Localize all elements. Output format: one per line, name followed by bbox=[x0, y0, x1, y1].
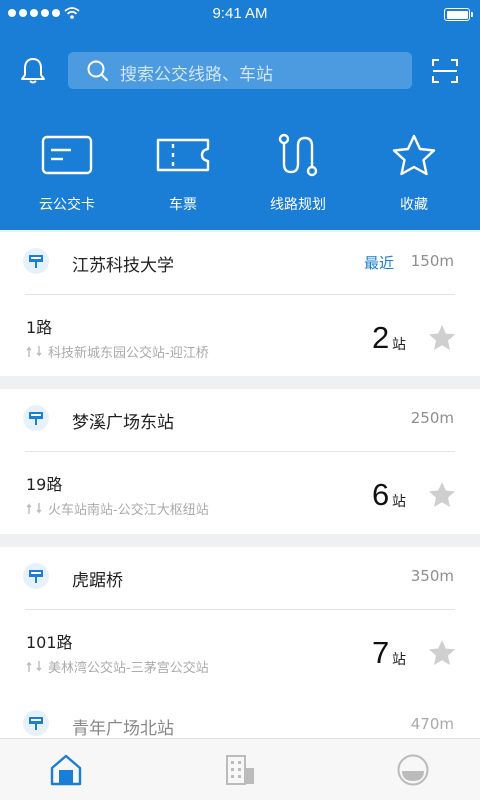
stop-card[interactable]: 青年广场北站 470m bbox=[0, 692, 480, 739]
bus-card-icon bbox=[41, 135, 93, 175]
stops-away-count: 6 bbox=[372, 477, 390, 512]
route-direction-icon bbox=[26, 661, 42, 672]
divider bbox=[25, 294, 455, 295]
bus-stop-icon bbox=[23, 710, 49, 736]
stop-name: 江苏科技大学 bbox=[72, 256, 174, 276]
route-direction-icon bbox=[26, 503, 42, 514]
route-planning-icon bbox=[278, 133, 318, 177]
route-direction: 火车站南站-公交江大枢纽站 bbox=[26, 499, 209, 518]
divider bbox=[25, 609, 455, 610]
route-path-text: 美林湾公交站-三茅宫公交站 bbox=[48, 661, 209, 676]
stop-name: 虎踞桥 bbox=[72, 571, 123, 591]
route-path-text: 科技新城东园公交站-迎江桥 bbox=[48, 346, 209, 361]
stops-away-unit: 站 bbox=[392, 652, 406, 668]
route-name: 19路 bbox=[26, 475, 63, 494]
bus-stop-icon bbox=[23, 405, 49, 431]
stop-card[interactable]: 江苏科技大学 最近 150m 1路 科技新城东园公交站-迎江桥 2 站 bbox=[0, 232, 480, 376]
favorites-star-icon bbox=[392, 134, 436, 176]
notification-bell-icon[interactable] bbox=[18, 56, 48, 86]
building-icon[interactable] bbox=[223, 753, 257, 787]
stop-name: 梦溪广场东站 bbox=[72, 413, 174, 433]
route-direction: 科技新城东园公交站-迎江桥 bbox=[26, 342, 209, 361]
stops-away-unit: 站 bbox=[392, 494, 406, 510]
profile-face-icon[interactable] bbox=[396, 753, 430, 787]
app-header: 9:41 AM 搜索公交线路、车站 云公交卡 车票 线路规划 收藏 bbox=[0, 0, 480, 230]
scan-qr-icon[interactable] bbox=[430, 56, 460, 86]
bus-stop-icon bbox=[23, 248, 49, 274]
route-direction-icon bbox=[26, 346, 42, 357]
quick-action-label: 线路规划 bbox=[270, 197, 326, 213]
quick-action-label: 云公交卡 bbox=[39, 197, 95, 213]
quick-action-ticket[interactable]: 车票 bbox=[123, 130, 243, 214]
stop-distance: 250m bbox=[410, 409, 454, 427]
route-name: 1路 bbox=[26, 318, 53, 337]
stop-distance: 150m bbox=[410, 252, 454, 270]
search-icon bbox=[87, 60, 108, 81]
route-name: 101路 bbox=[26, 633, 73, 652]
ticket-icon bbox=[156, 138, 210, 172]
stop-header[interactable]: 江苏科技大学 最近 150m bbox=[0, 232, 480, 294]
route-path-text: 火车站南站-公交江大枢纽站 bbox=[48, 503, 209, 518]
status-bar: 9:41 AM bbox=[0, 0, 480, 28]
stop-name: 青年广场北站 bbox=[72, 719, 174, 739]
divider bbox=[25, 451, 455, 452]
home-icon[interactable] bbox=[49, 753, 83, 787]
stops-away-count: 7 bbox=[372, 635, 390, 670]
battery-icon bbox=[444, 8, 473, 21]
stops-away-count: 2 bbox=[372, 320, 390, 355]
route-direction: 美林湾公交站-三茅宫公交站 bbox=[26, 657, 209, 676]
quick-action-route-planning[interactable]: 线路规划 bbox=[238, 130, 358, 214]
stop-card[interactable]: 虎踞桥 350m 101路 美林湾公交站-三茅宫公交站 7 站 bbox=[0, 547, 480, 692]
quick-action-label: 收藏 bbox=[400, 197, 428, 213]
favorite-star-icon[interactable] bbox=[428, 324, 456, 351]
bus-stop-icon bbox=[23, 563, 49, 589]
favorite-star-icon[interactable] bbox=[428, 639, 456, 666]
search-input[interactable]: 搜索公交线路、车站 bbox=[68, 52, 412, 89]
search-placeholder: 搜索公交线路、车站 bbox=[120, 65, 273, 85]
stop-distance: 470m bbox=[410, 715, 454, 733]
stop-header[interactable]: 虎踞桥 350m bbox=[0, 547, 480, 609]
stop-distance: 350m bbox=[410, 567, 454, 585]
quick-action-favorites[interactable]: 收藏 bbox=[354, 130, 474, 214]
nearest-badge: 最近 bbox=[364, 254, 395, 272]
stops-away-unit: 站 bbox=[392, 337, 406, 353]
quick-action-bus-card[interactable]: 云公交卡 bbox=[7, 130, 127, 214]
quick-action-label: 车票 bbox=[169, 197, 197, 213]
status-time: 9:41 AM bbox=[212, 5, 268, 22]
favorite-star-icon[interactable] bbox=[428, 481, 456, 508]
stop-card[interactable]: 梦溪广场东站 250m 19路 火车站南站-公交江大枢纽站 6 站 bbox=[0, 389, 480, 534]
stop-header[interactable]: 梦溪广场东站 250m bbox=[0, 389, 480, 451]
bottom-tab-bar bbox=[0, 738, 480, 800]
